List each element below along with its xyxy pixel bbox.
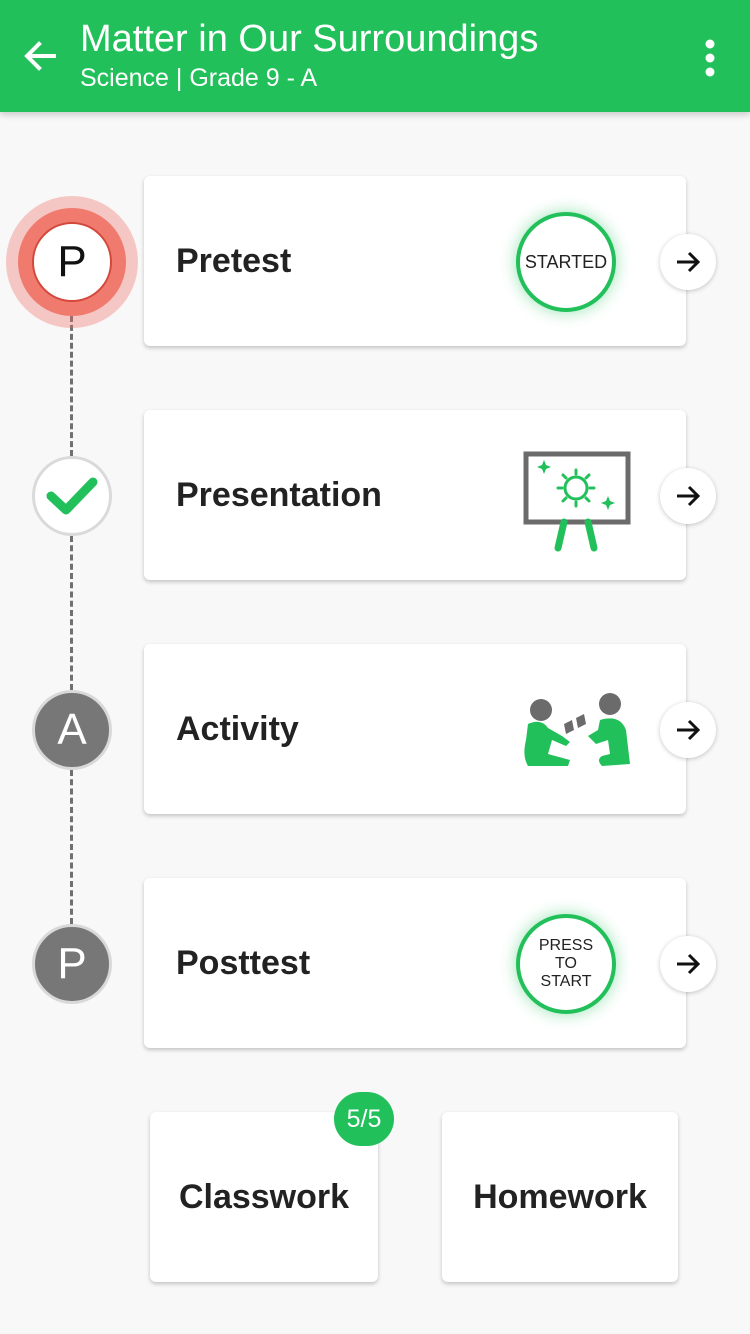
- back-button[interactable]: [20, 36, 60, 76]
- open-pretest-button[interactable]: [660, 234, 716, 290]
- arrow-right-icon: [677, 251, 701, 273]
- status-badge-press-to-start: PRESS TO START: [516, 914, 616, 1014]
- step-label: Posttest: [176, 943, 311, 982]
- homework-label: Homework: [473, 1177, 647, 1216]
- arrow-right-icon: [677, 485, 701, 507]
- checkmark-icon: [46, 477, 98, 515]
- more-menu-button[interactable]: [690, 36, 730, 80]
- step-marker-pretest: P: [32, 222, 112, 302]
- timeline-connector: [70, 536, 73, 690]
- badge-line: TO: [555, 955, 577, 972]
- classwork-label: Classwork: [178, 1177, 350, 1216]
- timeline-connector: [70, 316, 73, 456]
- open-presentation-button[interactable]: [660, 468, 716, 524]
- arrow-left-icon: [24, 41, 56, 71]
- page-title: Matter in Our Surroundings: [80, 18, 539, 60]
- step-card-activity[interactable]: Activity: [144, 644, 686, 814]
- step-marker-posttest: P: [32, 924, 112, 1004]
- classwork-count-badge: 5/5: [334, 1092, 394, 1146]
- step-marker-presentation: [32, 456, 112, 536]
- page-subtitle: Science | Grade 9 - A: [80, 64, 318, 92]
- app-bar: Matter in Our Surroundings Science | Gra…: [0, 0, 750, 112]
- step-marker-activity: A: [32, 690, 112, 770]
- presentation-board-icon: [523, 451, 631, 552]
- homework-card[interactable]: Homework: [442, 1112, 678, 1282]
- step-label: Activity: [176, 709, 299, 748]
- step-card-presentation[interactable]: Presentation: [144, 410, 686, 580]
- badge-line: PRESS: [538, 937, 594, 954]
- group-activity-icon: [524, 693, 630, 766]
- step-label: Presentation: [176, 475, 382, 514]
- arrow-right-icon: [677, 953, 701, 975]
- arrow-right-icon: [677, 719, 701, 741]
- timeline-connector: [70, 770, 73, 924]
- badge-line: START: [540, 973, 592, 990]
- step-label: Pretest: [176, 241, 292, 280]
- open-posttest-button[interactable]: [660, 936, 716, 992]
- more-vertical-icon: [705, 39, 715, 77]
- open-activity-button[interactable]: [660, 702, 716, 758]
- status-badge-started: STARTED: [516, 212, 616, 312]
